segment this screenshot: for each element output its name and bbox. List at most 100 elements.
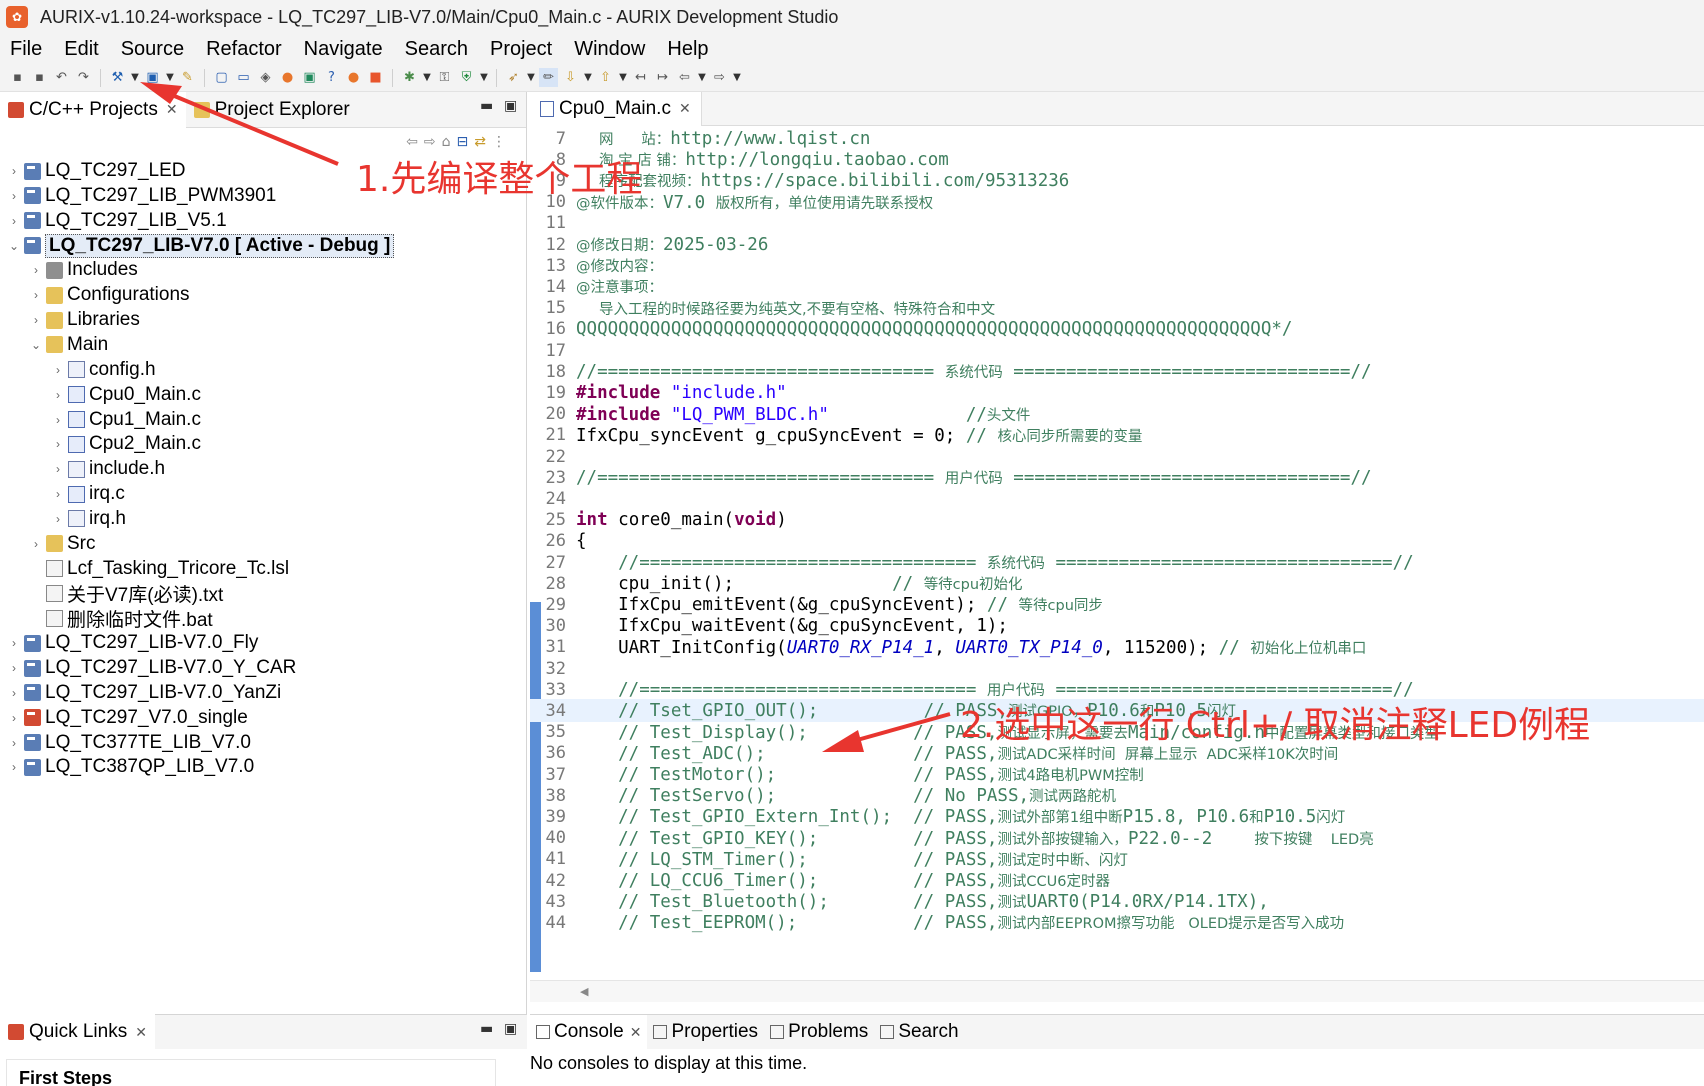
- code-line[interactable]: 7 网 站：http://www.lqist.cn: [530, 127, 871, 150]
- back-nav-icon[interactable]: ⇦: [406, 134, 418, 150]
- tree-item[interactable]: ⌄ Main: [28, 332, 108, 358]
- tree-item[interactable]: › include.h: [50, 456, 165, 482]
- home-icon[interactable]: ⌂: [442, 134, 451, 150]
- menu-help[interactable]: Help: [656, 38, 719, 61]
- debug-bug-icon[interactable]: ✱: [400, 68, 419, 87]
- tree-item[interactable]: ⌄ LQ_TC297_LIB-V7.0 [ Active - Debug ]: [6, 233, 395, 259]
- close-tab-icon[interactable]: ✕: [166, 101, 178, 118]
- new-window-icon[interactable]: ▢: [212, 68, 231, 87]
- tree-item[interactable]: › LQ_TC297_LIB_V5.1: [6, 208, 227, 234]
- config-dropdown-icon[interactable]: ▼: [165, 68, 175, 87]
- chevron-right-icon[interactable]: ›: [50, 462, 66, 476]
- menu-file[interactable]: File: [0, 38, 53, 61]
- monitor-icon[interactable]: ▭: [234, 68, 253, 87]
- code-line[interactable]: 23//================================ 用户代…: [530, 466, 1372, 489]
- tree-item[interactable]: › Includes: [28, 257, 138, 283]
- chevron-right-icon[interactable]: ›: [6, 686, 22, 700]
- code-line[interactable]: 26 {: [530, 530, 587, 553]
- green-box-icon[interactable]: ▣: [300, 68, 319, 87]
- minimize-icon[interactable]: ▬: [480, 1021, 493, 1037]
- tab-cpu0-main-c[interactable]: Cpu0_Main.c ✕: [530, 91, 702, 126]
- tab-project-explorer[interactable]: Project Explorer: [186, 92, 358, 128]
- tab-properties[interactable]: Properties: [647, 1015, 764, 1049]
- tree-item[interactable]: › Cpu1_Main.c: [50, 407, 201, 433]
- code-line[interactable]: 31 UART_InitConfig(UART0_RX_P14_1, UART0…: [530, 636, 1367, 659]
- inspect-icon[interactable]: ⚿: [435, 68, 454, 87]
- forward-edit-icon[interactable]: ↦: [653, 68, 672, 87]
- chat-icon[interactable]: ■: [366, 68, 385, 87]
- chevron-right-icon[interactable]: ›: [50, 487, 66, 501]
- menu-refactor[interactable]: Refactor: [195, 38, 293, 61]
- code-line[interactable]: 39 // Test_GPIO_Extern_Int(); // PASS,测试…: [530, 805, 1346, 828]
- tree-item[interactable]: › LQ_TC297_LIB-V7.0_YanZi: [6, 680, 281, 706]
- code-line[interactable]: 42 // LQ_CCU6_Timer(); // PASS,测试CCU6定时器: [530, 869, 1111, 892]
- link-editor-icon[interactable]: ⇄: [474, 134, 486, 150]
- tab-quick-links[interactable]: Quick Links ✕: [0, 1014, 155, 1050]
- next-annotation-icon[interactable]: ⇩: [561, 68, 580, 87]
- external-tools-icon[interactable]: ➶: [504, 68, 523, 87]
- save-all-icon[interactable]: ▪: [30, 68, 49, 87]
- chevron-right-icon[interactable]: ›: [50, 363, 66, 377]
- highlight-pen-icon[interactable]: ✏: [539, 68, 558, 87]
- minimize-icon[interactable]: ▬: [480, 98, 493, 114]
- save-icon[interactable]: ▪: [8, 68, 27, 87]
- shield-dropdown-icon[interactable]: ▼: [479, 68, 489, 87]
- chevron-right-icon[interactable]: ›: [6, 711, 22, 725]
- code-line[interactable]: 14 @注意事项：: [530, 275, 663, 298]
- code-line[interactable]: 21 IfxCpu_syncEvent g_cpuSyncEvent = 0; /…: [530, 424, 1143, 447]
- code-line[interactable]: 12 @修改日期：2025-03-26: [530, 233, 769, 256]
- code-line[interactable]: 29 IfxCpu_emitEvent(&g_cpuSyncEvent); //…: [530, 593, 1103, 616]
- tree-item[interactable]: › LQ_TC377TE_LIB_V7.0: [6, 730, 251, 756]
- chevron-right-icon[interactable]: ›: [6, 214, 22, 228]
- menu-navigate[interactable]: Navigate: [293, 38, 394, 61]
- view-menu-icon[interactable]: ⋮: [492, 134, 506, 150]
- code-line[interactable]: 30 IfxCpu_waitEvent(&g_cpuSyncEvent, 1);: [530, 615, 1008, 638]
- code-line[interactable]: 15 导入工程的时候路径要为纯英文,不要有空格、特殊符合和中文: [530, 297, 996, 320]
- code-line[interactable]: 16 QQQQQQQQQQQQQQQQQQQQQQQQQQQQQQQQQQQQQQ…: [530, 318, 1293, 341]
- horizontal-scrollbar[interactable]: [530, 980, 1704, 1002]
- tree-item[interactable]: › LQ_TC297_LED: [6, 158, 185, 184]
- chevron-right-icon[interactable]: ›: [50, 512, 66, 526]
- tree-item[interactable]: › Libraries: [28, 307, 140, 333]
- tree-item[interactable]: › LQ_TC297_LIB_PWM3901: [6, 183, 276, 209]
- orange-face-icon[interactable]: ●: [344, 68, 363, 87]
- close-tab-icon[interactable]: ✕: [679, 100, 691, 117]
- external-tools-dropdown-icon[interactable]: ▼: [526, 68, 536, 87]
- chevron-right-icon[interactable]: ›: [6, 636, 22, 650]
- forward-dropdown-icon[interactable]: ▼: [732, 68, 742, 87]
- tree-item[interactable]: › Cpu2_Main.c: [50, 431, 201, 457]
- code-line[interactable]: 11: [530, 212, 576, 235]
- code-line[interactable]: 44 // Test_EEPROM(); // PASS,测试内部EEPROM擦…: [530, 911, 1345, 934]
- build-hammer-icon[interactable]: ⚒: [108, 68, 127, 87]
- tree-item[interactable]: › Cpu0_Main.c: [50, 382, 201, 408]
- tree-item[interactable]: 删除临时文件.bat: [28, 605, 213, 631]
- chevron-right-icon[interactable]: ›: [6, 736, 22, 750]
- menu-window[interactable]: Window: [563, 38, 656, 61]
- code-line[interactable]: 24: [530, 487, 576, 510]
- code-line[interactable]: 18//================================ 系统代…: [530, 360, 1372, 383]
- tree-item[interactable]: Lcf_Tasking_Tricore_Tc.lsl: [28, 556, 289, 582]
- chevron-right-icon[interactable]: ›: [28, 313, 44, 327]
- tree-item[interactable]: › irq.h: [50, 506, 126, 532]
- chip-icon[interactable]: ◈: [256, 68, 275, 87]
- tab-cpp-projects[interactable]: C/C++ Projects ✕: [0, 91, 186, 128]
- tree-item[interactable]: › irq.c: [50, 481, 125, 507]
- chevron-right-icon[interactable]: ›: [28, 537, 44, 551]
- properties-wrench-icon[interactable]: ✎: [178, 68, 197, 87]
- code-line[interactable]: 38 // TestServo(); // No PASS,测试两路舵机: [530, 784, 1117, 807]
- tab-search[interactable]: Search: [874, 1015, 964, 1049]
- build-dropdown-icon[interactable]: ▼: [130, 68, 140, 87]
- menu-search[interactable]: Search: [394, 38, 479, 61]
- code-line[interactable]: 13 @修改内容：: [530, 254, 663, 277]
- help-icon[interactable]: ?: [322, 68, 341, 87]
- menu-project[interactable]: Project: [479, 38, 563, 61]
- chevron-right-icon[interactable]: ›: [50, 437, 66, 451]
- close-tab-icon[interactable]: ✕: [135, 1024, 147, 1041]
- chevron-right-icon[interactable]: ›: [6, 760, 22, 774]
- tree-item[interactable]: 关于V7库(必读).txt: [28, 580, 223, 606]
- code-line[interactable]: 32: [530, 657, 576, 680]
- chevron-right-icon[interactable]: ›: [50, 413, 66, 427]
- back-dropdown-icon[interactable]: ▼: [697, 68, 707, 87]
- code-line[interactable]: 40 // Test_GPIO_KEY(); // PASS,测试外部按键输入，…: [530, 827, 1374, 850]
- chevron-right-icon[interactable]: ›: [6, 661, 22, 675]
